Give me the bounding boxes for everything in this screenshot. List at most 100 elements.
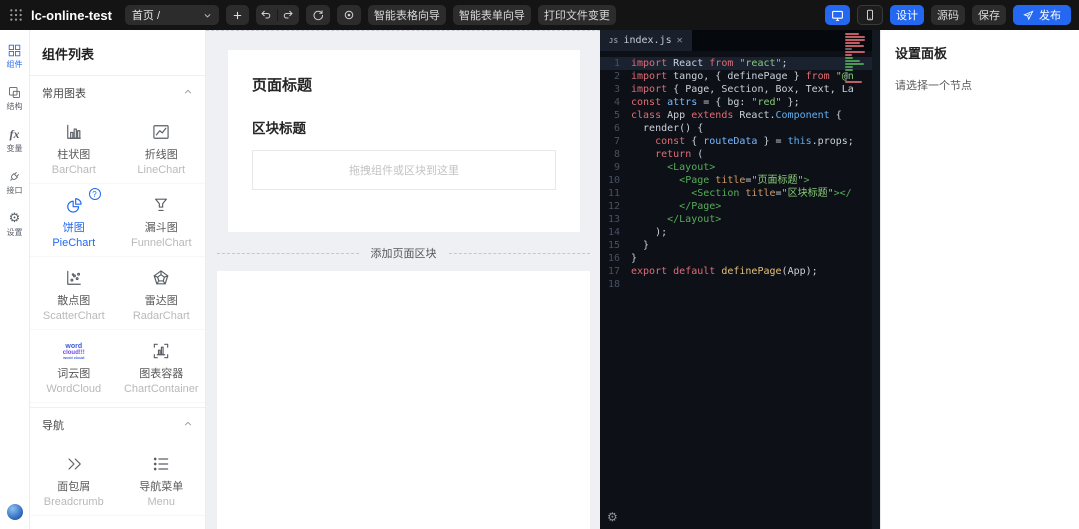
wizard-button-2[interactable]: 打印文件变更 xyxy=(537,5,616,25)
code-line-13[interactable]: 13 </Layout> xyxy=(600,213,880,226)
refresh-icon xyxy=(313,10,323,21)
code-line-3[interactable]: 3 import { Page, Section, Box, Text, La xyxy=(600,83,880,96)
editor-scrollbar[interactable] xyxy=(872,30,880,529)
component-item-menu[interactable]: 导航菜单 Menu xyxy=(117,443,205,516)
line-chart-icon xyxy=(151,120,171,144)
left-icon-rail: 组件结构 fx 变量接口 ⚙ 设置 xyxy=(0,30,30,529)
pie-chart-icon xyxy=(64,193,84,217)
component-item-funnelchart[interactable]: 漏斗图 FunnelChart xyxy=(117,184,205,257)
rail-item-api[interactable]: 接口 xyxy=(7,168,23,195)
code-line-12[interactable]: 12 </Page> xyxy=(600,200,880,213)
code-line-9[interactable]: 9 <Layout> xyxy=(600,161,880,174)
design-canvas[interactable]: 页面标题 区块标题 拖拽组件或区块到这里 添加页面区块 xyxy=(206,30,600,529)
wizard-button-0[interactable]: 智能表格向导 xyxy=(367,5,446,25)
editor-tab-label: index.js xyxy=(623,35,672,46)
code-line-11[interactable]: 11 <Section title="区块标题"></ xyxy=(600,187,880,200)
code-line-7[interactable]: 7 const { routeData } = this.props; xyxy=(600,135,880,148)
settings-empty-hint: 请选择一个节点 xyxy=(895,80,972,92)
variables-icon: fx xyxy=(9,127,20,141)
component-item-scatterchart[interactable]: 散点图 ScatterChart xyxy=(30,257,118,330)
js-file-icon: JS xyxy=(609,36,619,45)
refresh-button[interactable] xyxy=(305,5,330,25)
redo-button[interactable] xyxy=(278,5,299,25)
component-item-wordcloud[interactable]: word cloud!!! word cloud 词云图 WordCloud xyxy=(30,330,118,403)
code-line-2[interactable]: 2import tango, { definePage } from "@n xyxy=(600,70,880,83)
topbar: lc-online-test 首页 / 智能表格向导 智能表单向导 打印文件变更 设… xyxy=(0,0,1079,30)
component-item-chartcontainer[interactable]: 图表容器 ChartContainer xyxy=(117,330,205,403)
section-header-0[interactable]: 常用图表 xyxy=(30,75,205,109)
chevron-down-icon xyxy=(204,13,211,18)
add-page-block-button[interactable]: 添加页面区块 xyxy=(217,245,590,261)
component-item-radarchart[interactable]: 雷达图 RadarChart xyxy=(117,257,205,330)
component-item-breadcrumb[interactable]: 面包屑 Breadcrumb xyxy=(30,443,118,516)
code-line-10[interactable]: 10 <Page title="页面标题"> xyxy=(600,174,880,187)
help-icon[interactable]: ? xyxy=(88,188,101,200)
page-selector-dropdown[interactable]: 首页 / xyxy=(124,5,219,25)
funnel-chart-icon xyxy=(151,193,171,217)
component-item-piechart[interactable]: 饼图 PieChart? xyxy=(30,184,118,257)
code-area[interactable]: 1 import React from "react"; 2 import tango… xyxy=(600,51,880,291)
design-mode-button[interactable]: 设计 xyxy=(890,5,924,25)
component-item-linechart[interactable]: 折线图 LineChart xyxy=(117,111,205,184)
rail-item-variables[interactable]: fx 变量 xyxy=(7,126,23,153)
code-line-16[interactable]: 16} xyxy=(600,252,880,265)
chevron-up-icon xyxy=(183,419,193,432)
save-button[interactable]: 保存 xyxy=(972,5,1006,25)
component-item-pagination[interactable]: 分页 Pagination xyxy=(30,516,118,529)
publish-label: 发布 xyxy=(1039,10,1061,22)
scatter-chart-icon xyxy=(64,266,84,290)
code-line-17[interactable]: 17 export default definePage(App); xyxy=(600,265,880,278)
section-title[interactable]: 区块标题 xyxy=(252,117,556,137)
chart-container-icon xyxy=(151,339,171,363)
target-button[interactable] xyxy=(336,5,361,25)
tab-close-icon[interactable]: ✕ xyxy=(677,35,683,46)
app-grid-icon[interactable] xyxy=(8,7,24,23)
component-item-steps[interactable]: 步骤条 Steps xyxy=(118,516,206,529)
code-line-6[interactable]: 6 render() { xyxy=(600,122,880,135)
code-line-4[interactable]: 4 const attrs = { bg: "red" }; xyxy=(600,96,880,109)
page-card[interactable]: 页面标题 区块标题 拖拽组件或区块到这里 xyxy=(228,50,580,232)
settings-panel-title: 设置面板 xyxy=(895,46,948,61)
code-line-1[interactable]: 1 import React from "react"; xyxy=(600,57,880,70)
page-title[interactable]: 页面标题 xyxy=(252,74,556,95)
settings-panel: 设置面板 请选择一个节点 xyxy=(880,30,1079,529)
empty-page-block[interactable] xyxy=(217,271,590,529)
editor-tab-indexjs[interactable]: JS index.js ✕ xyxy=(600,30,692,51)
editor-minimap[interactable] xyxy=(845,33,869,86)
editor-settings-gear-icon[interactable]: ⚙ xyxy=(607,510,618,524)
component-item-barchart[interactable]: 柱状图 BarChart xyxy=(30,111,118,184)
desktop-view-button[interactable] xyxy=(825,5,850,25)
steps-icon xyxy=(151,525,171,529)
code-line-5[interactable]: 5 class App extends React.Component { xyxy=(600,109,880,122)
code-editor: JS index.js ✕ 1 import React from "react"… xyxy=(600,30,880,529)
rail-item-settings[interactable]: ⚙ 设置 xyxy=(7,210,23,237)
publish-button[interactable]: 发布 xyxy=(1013,5,1071,25)
menu-icon xyxy=(151,452,171,476)
rail-item-structure[interactable]: 结构 xyxy=(7,84,23,111)
rail-item-components[interactable]: 组件 xyxy=(7,42,23,69)
undo-icon xyxy=(261,10,271,19)
breadcrumb-icon xyxy=(64,452,84,476)
dropzone[interactable]: 拖拽组件或区块到这里 xyxy=(252,150,556,190)
code-line-8[interactable]: 8 return ( xyxy=(600,148,880,161)
wizard-button-1[interactable]: 智能表单向导 xyxy=(452,5,531,25)
wizard-buttons: 智能表格向导 智能表单向导 打印文件变更 xyxy=(367,5,616,25)
page-selector-value: 首页 / xyxy=(131,10,161,22)
code-line-15[interactable]: 15 } xyxy=(600,239,880,252)
code-line-18[interactable]: 18 xyxy=(600,278,880,291)
source-mode-button[interactable]: 源码 xyxy=(931,5,965,25)
mobile-view-button[interactable] xyxy=(857,5,883,25)
structure-icon xyxy=(7,84,22,100)
chevron-up-icon xyxy=(183,87,193,100)
redo-icon xyxy=(284,10,294,19)
components-icon xyxy=(7,42,22,58)
user-avatar[interactable] xyxy=(6,504,23,520)
plus-icon xyxy=(233,11,242,19)
project-title: lc-online-test xyxy=(31,7,112,23)
add-page-button[interactable] xyxy=(225,5,249,25)
monitor-icon xyxy=(832,10,843,21)
editor-tabbar: JS index.js ✕ xyxy=(600,30,880,51)
section-header-1[interactable]: 导航 xyxy=(30,407,205,441)
code-line-14[interactable]: 14 ); xyxy=(600,226,880,239)
undo-button[interactable] xyxy=(256,5,277,25)
